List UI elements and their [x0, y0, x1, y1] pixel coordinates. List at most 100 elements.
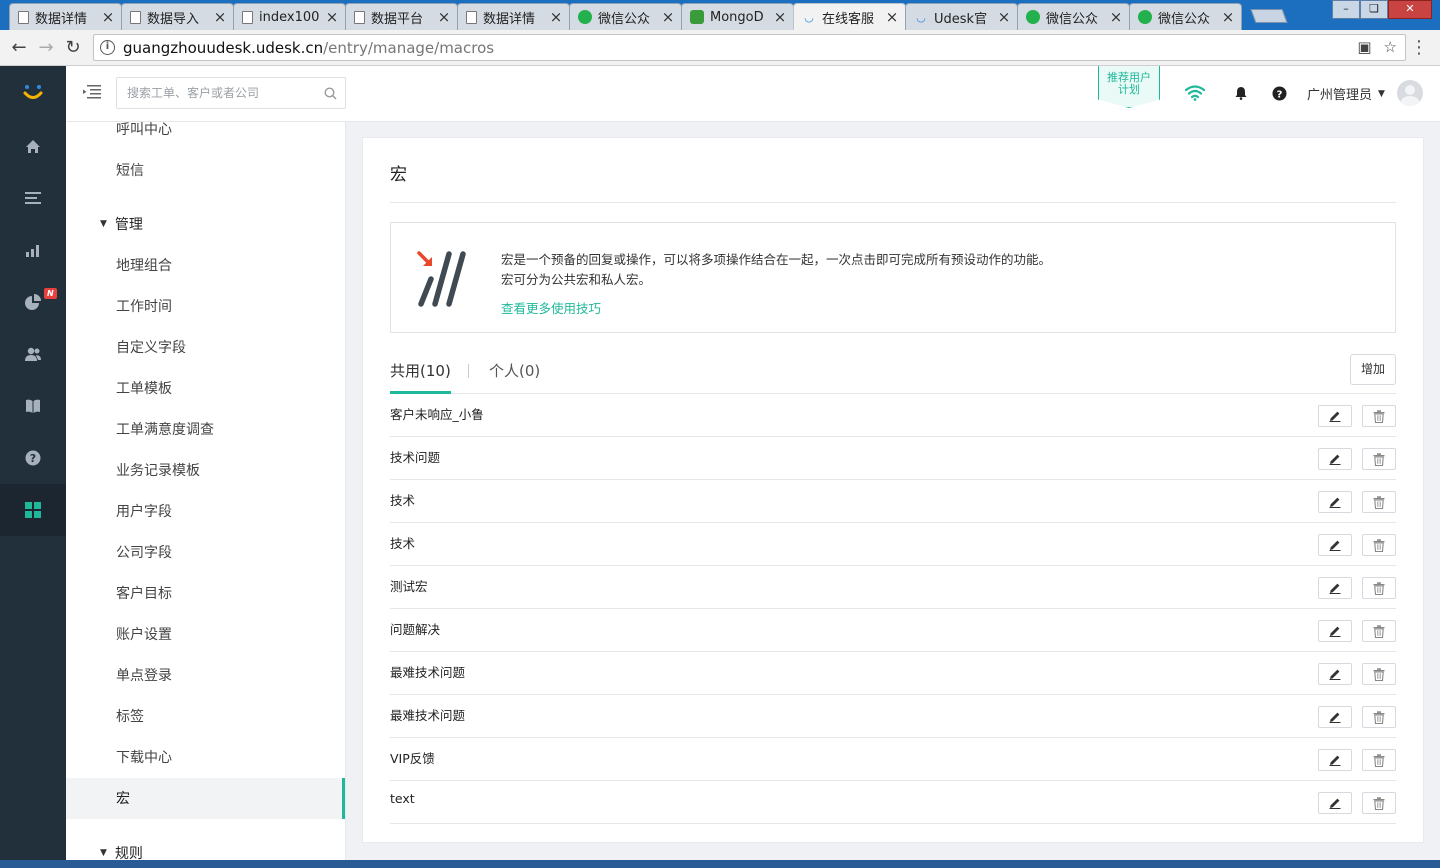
browser-menu-icon[interactable]: ⋮: [1410, 37, 1428, 58]
tab-public[interactable]: 共用(10): [390, 360, 451, 394]
tab-close-icon[interactable]: ×: [661, 8, 675, 26]
browser-tab[interactable]: MongoD ×: [681, 3, 794, 30]
users-icon[interactable]: [0, 328, 66, 380]
edit-icon[interactable]: [1318, 663, 1352, 685]
book-icon[interactable]: [0, 380, 66, 432]
trash-icon[interactable]: [1362, 491, 1396, 513]
collapse-menu-icon[interactable]: [82, 84, 102, 104]
minimize-button[interactable]: –: [1332, 0, 1360, 19]
avatar[interactable]: [1397, 80, 1423, 106]
subnav-item[interactable]: 业务记录模板: [116, 460, 200, 480]
subnav-item[interactable]: 工单满意度调查: [116, 419, 214, 439]
user-menu[interactable]: 广州管理员 ▼: [1307, 84, 1385, 103]
window-close-button[interactable]: ✕: [1388, 0, 1432, 19]
subnav-item[interactable]: 用户字段: [116, 501, 172, 521]
more-tips-link[interactable]: 查看更多使用技巧: [501, 298, 601, 317]
browser-tab[interactable]: 微信公众 ×: [1129, 3, 1242, 30]
tab-close-icon[interactable]: ×: [885, 8, 899, 26]
recommend-plan-badge[interactable]: 推荐用户 计划: [1098, 66, 1160, 108]
subnav-item-sms[interactable]: 短信: [116, 160, 144, 180]
macro-name[interactable]: 测试宏: [390, 576, 428, 595]
new-tab-button[interactable]: [1250, 9, 1288, 23]
pie-chart-icon[interactable]: N: [0, 276, 66, 328]
subnav-item-call-center[interactable]: 呼叫中心: [116, 122, 172, 139]
macro-name[interactable]: 最难技术问题: [390, 705, 465, 724]
edit-icon[interactable]: [1318, 706, 1352, 728]
browser-tab[interactable]: ◡ Udesk官 ×: [905, 3, 1018, 30]
trash-icon[interactable]: [1362, 577, 1396, 599]
back-icon[interactable]: ←: [8, 37, 30, 59]
macro-name[interactable]: 技术问题: [390, 447, 440, 466]
list-icon[interactable]: [0, 172, 66, 224]
tab-close-icon[interactable]: ×: [437, 8, 451, 26]
browser-tab[interactable]: index100 ×: [233, 3, 346, 30]
subnav-item[interactable]: 工作时间: [116, 296, 172, 316]
trash-icon[interactable]: [1362, 405, 1396, 427]
subnav-item[interactable]: 自定义字段: [116, 337, 186, 357]
edit-icon[interactable]: [1318, 749, 1352, 771]
bar-chart-icon[interactable]: [0, 224, 66, 276]
tab-close-icon[interactable]: ×: [997, 8, 1011, 26]
browser-tab[interactable]: 数据导入 ×: [121, 3, 234, 30]
macro-name[interactable]: 客户未响应_小鲁: [390, 404, 484, 423]
help-icon[interactable]: ?: [0, 432, 66, 484]
reload-icon[interactable]: ↻: [62, 37, 84, 59]
bell-icon[interactable]: [1230, 82, 1252, 104]
site-info-icon[interactable]: i: [100, 40, 115, 55]
macro-name[interactable]: 技术: [390, 490, 415, 509]
apps-icon[interactable]: [0, 484, 66, 536]
home-icon[interactable]: [0, 120, 66, 172]
browser-tab[interactable]: 微信公众 ×: [1017, 3, 1130, 30]
edit-icon[interactable]: [1318, 448, 1352, 470]
browser-tab[interactable]: ◡ 在线客服 ×: [793, 3, 906, 30]
search-input[interactable]: [127, 86, 324, 100]
subnav-item[interactable]: 标签: [116, 706, 144, 726]
macro-name[interactable]: text: [390, 791, 415, 806]
tab-close-icon[interactable]: ×: [549, 8, 563, 26]
browser-tab[interactable]: 数据详情 ×: [457, 3, 570, 30]
edit-icon[interactable]: [1318, 491, 1352, 513]
search-icon[interactable]: [324, 86, 337, 100]
subnav-item[interactable]: 公司字段: [116, 542, 172, 562]
edit-icon[interactable]: [1318, 620, 1352, 642]
macro-name[interactable]: VIP反馈: [390, 748, 435, 767]
edit-icon[interactable]: [1318, 534, 1352, 556]
trash-icon[interactable]: [1362, 749, 1396, 771]
macro-name[interactable]: 技术: [390, 533, 415, 552]
help-circle-icon[interactable]: ?: [1268, 82, 1290, 104]
edit-icon[interactable]: [1318, 577, 1352, 599]
subnav-item[interactable]: 单点登录: [116, 665, 172, 685]
subnav-item[interactable]: 下载中心: [116, 747, 172, 767]
tab-close-icon[interactable]: ×: [1109, 8, 1123, 26]
edit-icon[interactable]: [1318, 792, 1352, 814]
edit-icon[interactable]: [1318, 405, 1352, 427]
trash-icon[interactable]: [1362, 534, 1396, 556]
tab-close-icon[interactable]: ×: [101, 8, 115, 26]
browser-tab[interactable]: 微信公众 ×: [569, 3, 682, 30]
tab-close-icon[interactable]: ×: [1221, 8, 1235, 26]
subnav-item[interactable]: 账户设置: [116, 624, 172, 644]
tab-close-icon[interactable]: ×: [213, 8, 227, 26]
trash-icon[interactable]: [1362, 448, 1396, 470]
subnav-item[interactable]: 工单模板: [116, 378, 172, 398]
tab-close-icon[interactable]: ×: [325, 8, 339, 26]
trash-icon[interactable]: [1362, 792, 1396, 814]
browser-tab[interactable]: 数据平台 ×: [345, 3, 458, 30]
add-macro-button[interactable]: 增加: [1350, 354, 1396, 385]
subnav-group-manage[interactable]: ▼ 管理: [100, 214, 143, 234]
wifi-icon[interactable]: [1184, 82, 1206, 104]
subnav-item[interactable]: 宏: [116, 788, 130, 808]
udesk-logo[interactable]: [0, 66, 66, 120]
maximize-button[interactable]: ❏: [1360, 0, 1388, 19]
forward-icon[interactable]: →: [35, 37, 57, 59]
browser-tab[interactable]: 数据详情 ×: [9, 3, 122, 30]
trash-icon[interactable]: [1362, 706, 1396, 728]
blocked-popup-icon[interactable]: ▣: [1357, 38, 1371, 56]
bookmark-star-icon[interactable]: ☆: [1384, 38, 1397, 56]
subnav-item[interactable]: 地理组合: [116, 255, 172, 275]
macro-name[interactable]: 最难技术问题: [390, 662, 465, 681]
trash-icon[interactable]: [1362, 663, 1396, 685]
url-field[interactable]: i guangzhouudesk.udesk.cn/entry/manage/m…: [93, 34, 1406, 61]
macro-name[interactable]: 问题解决: [390, 619, 440, 638]
trash-icon[interactable]: [1362, 620, 1396, 642]
